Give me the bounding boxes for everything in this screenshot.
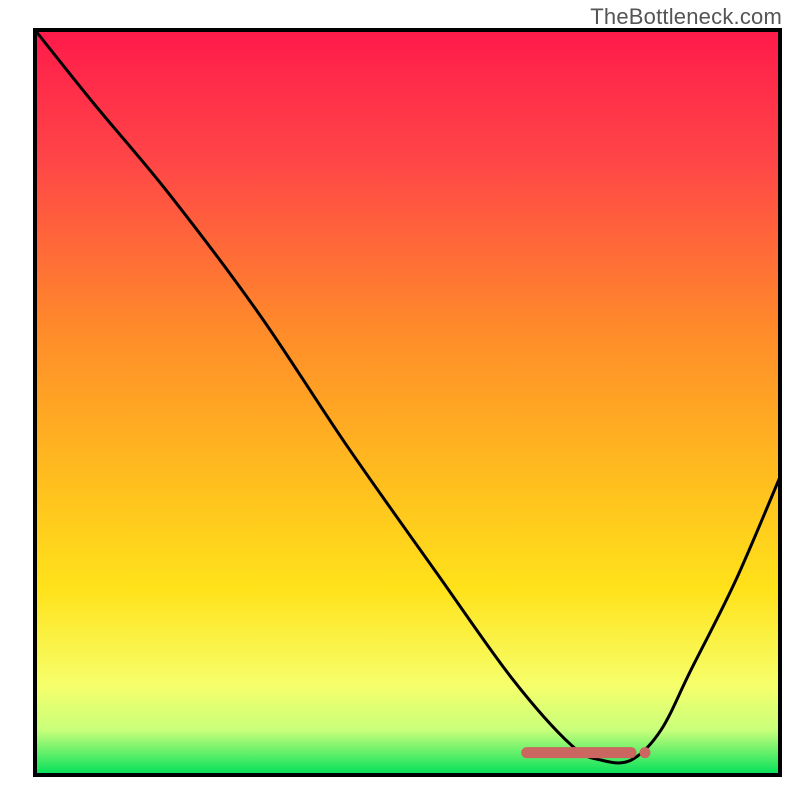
plot-gradient-area (35, 30, 780, 775)
highlight-minimum-dot (640, 747, 651, 758)
chart-svg (0, 0, 800, 800)
watermark-text: TheBottleneck.com (590, 4, 782, 30)
chart-container: TheBottleneck.com (0, 0, 800, 800)
